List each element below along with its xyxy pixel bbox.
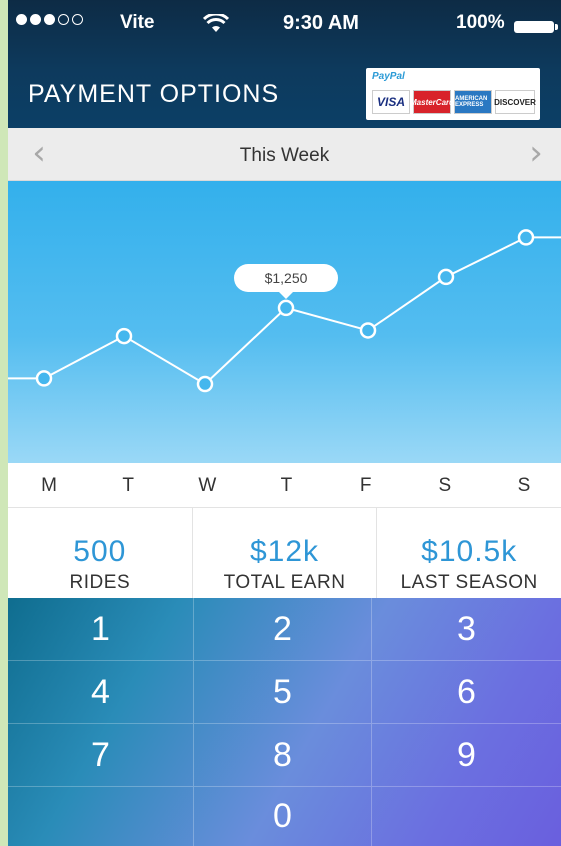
- data-point[interactable]: [115, 327, 133, 345]
- stat-label: RIDES: [69, 572, 131, 593]
- stat-rides: 500 RIDES: [8, 508, 193, 598]
- visa-logo: VISA: [372, 90, 410, 114]
- discover-logo: DISCOVER: [494, 90, 536, 114]
- page-title: PAYMENT OPTIONS: [28, 80, 280, 108]
- data-point[interactable]: [277, 299, 295, 317]
- x-tick-label: W: [198, 475, 217, 496]
- chart-plot: [8, 229, 561, 393]
- x-tick-label: T: [122, 475, 134, 496]
- key-4[interactable]: 4: [8, 661, 194, 724]
- value-tooltip: $1,250: [234, 263, 338, 299]
- key-0[interactable]: 0: [194, 787, 372, 846]
- x-tick-label: F: [359, 475, 372, 496]
- earnings-chart: $1,250: [8, 181, 561, 463]
- stat-last-season: $10.5k LAST SEASON: [377, 508, 561, 598]
- signal-dot: [58, 14, 69, 25]
- mastercard-logo: MasterCard: [410, 90, 454, 114]
- week-label: This Week: [239, 145, 330, 166]
- key-3[interactable]: 3: [372, 598, 561, 661]
- payment-logos: PayPal VISA MasterCard AMERICAN EXPRESS …: [366, 68, 540, 120]
- clock: 9:30 AM: [283, 12, 359, 34]
- data-point[interactable]: [437, 268, 455, 286]
- data-point[interactable]: [35, 370, 53, 387]
- x-tick-label: S: [517, 475, 531, 496]
- x-tick-label: S: [438, 475, 452, 496]
- stat-value: 500: [73, 535, 127, 568]
- key-1[interactable]: 1: [8, 598, 194, 661]
- key-9[interactable]: 9: [372, 724, 561, 787]
- wifi-icon: [202, 12, 230, 40]
- key-5[interactable]: 5: [194, 661, 372, 724]
- signal-strength-icon: [16, 14, 83, 25]
- data-point[interactable]: [359, 322, 377, 339]
- chevron-right-icon[interactable]: ›: [521, 136, 551, 172]
- key-blank-right: [372, 787, 561, 846]
- x-tick-label: T: [280, 475, 293, 496]
- battery-percentage: 100%: [456, 12, 505, 33]
- numeric-keypad: 1 2 3 4 5 6 7 8 9 0: [8, 598, 561, 846]
- data-point[interactable]: [517, 229, 535, 246]
- key-6[interactable]: 6: [372, 661, 561, 724]
- header: Vite 9:30 AM 100% PAYMENT OPTIONS PayPal…: [8, 0, 561, 128]
- stat-value: $10.5k: [421, 535, 518, 568]
- stat-label: TOTAL EARN: [223, 572, 346, 593]
- battery-icon: [514, 21, 558, 33]
- x-tick-label: M: [41, 475, 57, 496]
- stat-total-earn: $12k TOTAL EARN: [193, 508, 378, 598]
- paypal-logo: PayPal: [372, 71, 405, 82]
- signal-dot: [44, 14, 55, 25]
- key-2[interactable]: 2: [194, 598, 372, 661]
- key-blank-left: [8, 787, 194, 846]
- signal-dot: [16, 14, 27, 25]
- key-7[interactable]: 7: [8, 724, 194, 787]
- carrier-name: Vite: [120, 12, 155, 33]
- signal-dot: [72, 14, 83, 25]
- key-8[interactable]: 8: [194, 724, 372, 787]
- week-navigation: ‹ This Week ›: [8, 128, 561, 181]
- status-bar: Vite 9:30 AM 100%: [8, 12, 561, 42]
- phone-screen: Vite 9:30 AM 100% PAYMENT OPTIONS PayPal…: [8, 0, 561, 846]
- stats-row: 500 RIDES $12k TOTAL EARN $10.5k LAST SE…: [8, 508, 561, 598]
- stat-label: LAST SEASON: [400, 572, 538, 593]
- signal-dot: [30, 14, 41, 25]
- amex-logo: AMERICAN EXPRESS: [454, 90, 492, 114]
- data-point[interactable]: [196, 375, 214, 393]
- stat-value: $12k: [249, 535, 320, 568]
- weekday-axis: MTWTFSS: [8, 463, 561, 508]
